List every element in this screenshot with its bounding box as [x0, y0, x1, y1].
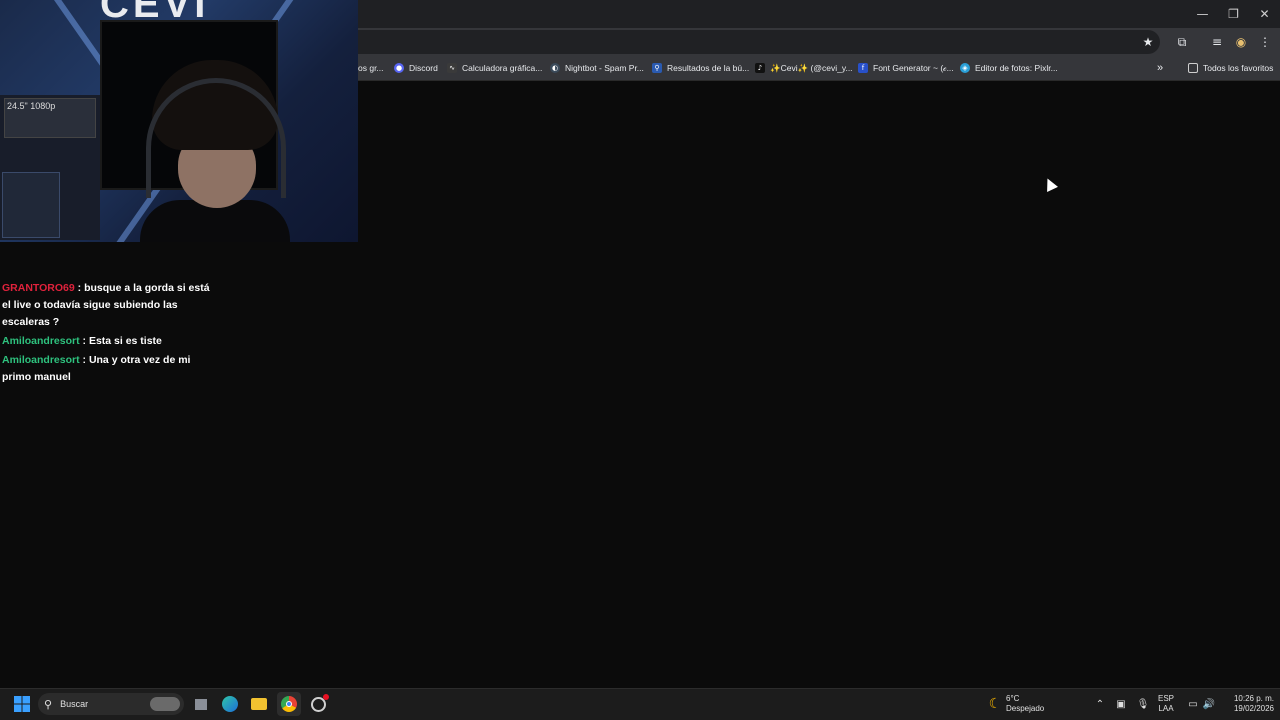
volume-icon[interactable]: 🔊: [1202, 692, 1216, 716]
clock-time: 10:26 p. m.: [1233, 694, 1274, 703]
bookmark-item[interactable]: ♪ ✨Cevi✨ (@cevi_y...: [755, 60, 853, 76]
channel-logo: CEVI: [100, 0, 210, 26]
taskbar-search[interactable]: ⚲ Buscar: [38, 693, 184, 715]
bookmark-label: Nightbot - Spam Pr...: [565, 63, 644, 73]
chevron-double-right-icon: »: [1157, 62, 1164, 74]
bookmark-item[interactable]: ◈ Editor de fotos: Pixlr...: [960, 60, 1058, 76]
all-bookmarks-button[interactable]: Todos los favoritos: [1188, 60, 1273, 76]
folder-icon: [251, 698, 267, 710]
tray-overflow-chevron-icon[interactable]: ⌃: [1094, 692, 1106, 716]
microphone-icon[interactable]: 🎙: [1136, 692, 1150, 716]
bookmark-item[interactable]: f Font Generator ~ (𝒸...: [858, 60, 954, 76]
bookmark-label: Calculadora gráfica...: [462, 63, 543, 73]
tray-app-icon[interactable]: ▣: [1114, 692, 1128, 716]
bookmark-item[interactable]: os gr...: [358, 60, 384, 76]
window-controls: — ❐ ✕: [1187, 0, 1280, 28]
obs-button[interactable]: [308, 692, 329, 716]
extensions-icon[interactable]: ⧉: [1173, 33, 1191, 51]
pixlr-icon: ◈: [960, 63, 970, 73]
start-button[interactable]: [12, 692, 32, 716]
desmos-icon: ∿: [447, 63, 457, 73]
task-view-button[interactable]: [192, 692, 210, 716]
edge-button[interactable]: [220, 692, 240, 716]
nightbot-icon: ◐: [550, 63, 560, 73]
mouse-cursor-icon: [1042, 176, 1058, 192]
obs-icon: [310, 693, 329, 712]
bookmark-label: os gr...: [358, 63, 384, 73]
file-explorer-button[interactable]: [249, 692, 269, 716]
bookmark-label: Font Generator ~ (𝒸...: [873, 62, 954, 73]
bookmark-item[interactable]: ◐ Nightbot - Spam Pr...: [550, 60, 644, 76]
tiktok-icon: ♪: [755, 63, 765, 73]
language-bottom: LAA: [1158, 704, 1174, 713]
chat-username: GRANTORO69: [2, 282, 75, 294]
discord-icon: ●: [394, 63, 404, 73]
bookmark-item[interactable]: ⚲ Resultados de la bú...: [652, 60, 749, 76]
chat-username: Amiloandresort: [2, 335, 80, 347]
task-view-icon: [195, 698, 207, 710]
restore-button[interactable]: ❐: [1218, 0, 1249, 28]
all-bookmarks-label: Todos los favoritos: [1203, 63, 1274, 73]
webcam-overlay: CEVI 24.5" 1080p: [0, 0, 358, 242]
font-generator-icon: f: [858, 63, 868, 73]
weather-moon-icon[interactable]: ☾: [986, 692, 1004, 716]
search-placeholder: Buscar: [60, 699, 89, 709]
chrome-icon: [281, 696, 297, 712]
language-indicator[interactable]: ESP LAA: [1158, 694, 1174, 714]
bookmark-item[interactable]: ● Discord: [394, 60, 438, 76]
search-result-icon: ⚲: [652, 63, 662, 73]
search-highlight-icon: [150, 697, 180, 711]
network-icon[interactable]: ▭: [1186, 692, 1200, 716]
windows-logo-icon: [14, 696, 30, 712]
weather-temp: 6°C: [1006, 694, 1020, 703]
edge-icon: [222, 696, 238, 712]
language-top: ESP: [1158, 694, 1175, 703]
clock-date: 19/02/2026: [1233, 704, 1274, 713]
chat-message: Amiloandresort : Una y otra vez de mi pr…: [0, 352, 215, 386]
chat-username: Amiloandresort: [2, 354, 80, 366]
more-menu-icon[interactable]: ⋮: [1256, 33, 1274, 51]
chat-message: Amiloandresort : Esta si es tiste: [0, 333, 215, 350]
streamer-figure: [140, 60, 290, 242]
chrome-button[interactable]: [277, 692, 301, 716]
weather-widget[interactable]: 6°C Despejado: [1006, 694, 1044, 714]
chat-message: GRANTORO69 : busque a la gorda si está e…: [0, 280, 215, 331]
bookmark-label: Resultados de la bú...: [667, 63, 750, 73]
bookmarks-overflow-button[interactable]: »: [1157, 60, 1163, 76]
product-box-label: 24.5" 1080p: [7, 101, 56, 111]
bookmark-star-icon[interactable]: ★: [1139, 33, 1157, 51]
bookmark-label: ✨Cevi✨ (@cevi_y...: [770, 62, 853, 73]
bookmark-item[interactable]: ∿ Calculadora gráfica...: [447, 60, 542, 76]
chat-text: : Esta si es tiste: [79, 335, 162, 347]
search-icon: ⚲: [44, 698, 53, 711]
media-controls-icon[interactable]: ≡: [1208, 33, 1226, 51]
weather-desc: Despejado: [1006, 704, 1045, 713]
address-bar[interactable]: [358, 30, 1160, 54]
close-button[interactable]: ✕: [1249, 0, 1280, 28]
bookmark-label: Editor de fotos: Pixlr...: [975, 63, 1058, 73]
pc-case-shape: [2, 172, 60, 238]
chat-overlay: GRANTORO69 : busque a la gorda si está e…: [0, 280, 215, 388]
profile-icon[interactable]: ◉: [1232, 33, 1250, 51]
bookmark-label: Discord: [409, 63, 438, 73]
clock[interactable]: 10:26 p. m. 19/02/2026: [1222, 694, 1274, 714]
product-box: 24.5" 1080p: [4, 98, 96, 138]
minimize-button[interactable]: —: [1187, 0, 1218, 28]
folder-icon: [1188, 63, 1198, 73]
